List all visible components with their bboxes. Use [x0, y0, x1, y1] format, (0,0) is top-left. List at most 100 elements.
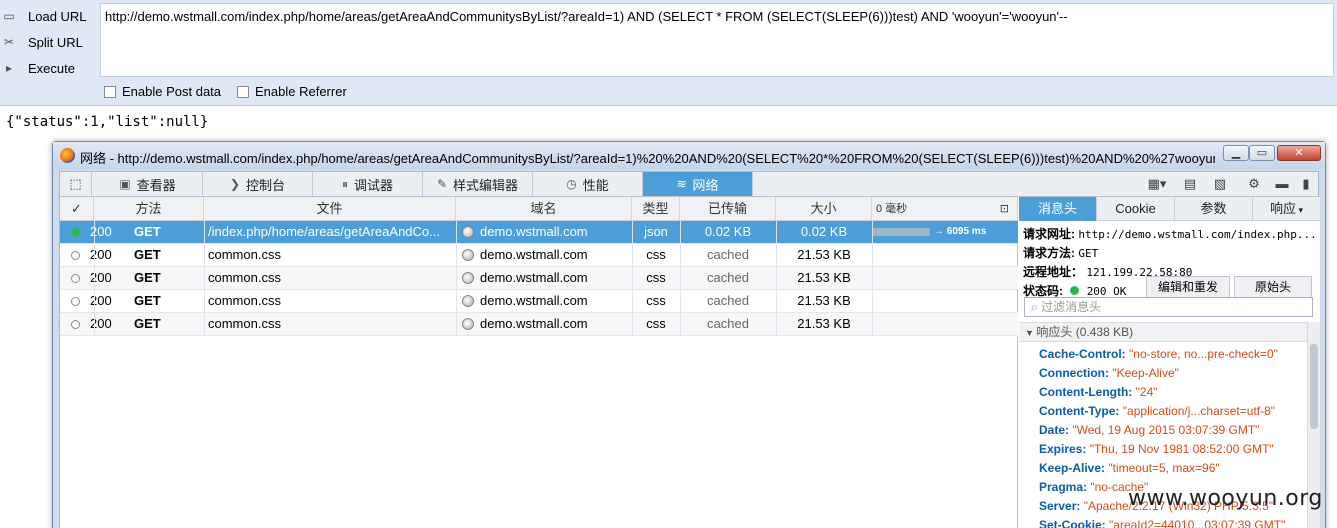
execute-button[interactable]: ▸ Execute [0, 55, 100, 81]
enable-post-checkbox[interactable]: Enable Post data [104, 84, 221, 99]
col-size[interactable]: 大小 [776, 197, 872, 221]
response-header-row[interactable]: Set-Cookie: "areaId2=44010...03:07:39 GM… [1039, 518, 1307, 528]
enable-referrer-checkbox[interactable]: Enable Referrer [237, 84, 347, 99]
frame-select-icon[interactable]: ▦▾ [1142, 172, 1172, 196]
col-file[interactable]: 文件 [204, 197, 456, 221]
tab-response[interactable]: 响应 ▾ [1253, 197, 1320, 221]
col-status[interactable]: ✓ [60, 197, 94, 221]
firefox-icon [60, 148, 75, 163]
tab-debugger-label: 调试器 [354, 177, 394, 193]
status-dot-icon [71, 274, 80, 283]
row-domain: demo.wstmall.com [462, 313, 630, 335]
row-type: css [646, 270, 666, 285]
response-header-row[interactable]: Date: "Wed, 19 Aug 2015 03:07:39 GMT" [1039, 423, 1307, 437]
tab-headers[interactable]: 消息头 [1019, 197, 1097, 221]
row-method: GET [134, 293, 161, 308]
element-picker-icon[interactable]: ⬚ [60, 172, 92, 196]
row-file: common.css [208, 270, 281, 285]
row-transferred: 0.02 KB [704, 224, 752, 239]
response-header-row[interactable]: Expires: "Thu, 19 Nov 1981 08:52:00 GMT" [1039, 442, 1307, 456]
tab-inspector[interactable]: ▣ 查看器 [93, 172, 203, 196]
enable-referrer-label: Enable Referrer [255, 84, 347, 99]
post-checkbox-box[interactable] [104, 85, 116, 98]
status-dot-icon [71, 320, 80, 329]
tab-response-label: 响应 [1269, 201, 1296, 216]
response-headers-label: 响应头 (0.438 KB) [1036, 325, 1134, 339]
tab-params[interactable]: 参数 [1175, 197, 1253, 221]
load-url-icon: ▭ [3, 9, 15, 23]
response-headers-section[interactable]: ▼ 响应头 (0.438 KB) [1019, 322, 1307, 342]
inspector-icon: ▣ [119, 177, 131, 191]
request-list: ✓ 方法 文件 域名 类型 已传输 大小 0 毫秒 ⊡ 200 GET/index… [60, 197, 1018, 528]
col-divider [872, 221, 873, 336]
load-url-button[interactable]: ▭ Load URL [0, 3, 100, 29]
url-input[interactable]: http://demo.wstmall.com/index.php/home/a… [100, 3, 1334, 77]
raw-headers-button[interactable]: 原始头 [1234, 276, 1312, 298]
header-key: Keep-Alive: [1039, 461, 1106, 475]
col-type[interactable]: 类型 [632, 197, 680, 221]
col-timeline[interactable]: 0 毫秒 ⊡ [872, 197, 1018, 221]
close-button[interactable]: ✕ [1277, 145, 1321, 161]
tab-debugger[interactable]: ⏸ 调试器 [313, 172, 423, 196]
request-method-value: GET [1078, 247, 1099, 260]
row-method: GET [134, 270, 161, 285]
header-value: "timeout=5, max=96" [1108, 461, 1220, 475]
status-dot-icon [71, 228, 80, 237]
request-url-label: 请求网址: [1023, 227, 1075, 241]
tab-cookies[interactable]: Cookie [1097, 197, 1175, 221]
row-size: 21.53 KB [797, 293, 851, 308]
row-transferred: cached [707, 316, 749, 331]
maximize-button[interactable]: ▭ [1249, 145, 1275, 161]
response-header-row[interactable]: Keep-Alive: "timeout=5, max=96" [1039, 461, 1307, 475]
response-header-row[interactable]: Content-Length: "24" [1039, 385, 1307, 399]
response-header-row[interactable]: Connection: "Keep-Alive" [1039, 366, 1307, 380]
row-domain: demo.wstmall.com [462, 290, 630, 312]
minimize-button[interactable]: ▁ [1223, 145, 1249, 161]
devtools-toolbar: ⬚ ▣ 查看器 ❯ 控制台 ⏸ 调试器 ✎ 样式编辑器 ◷ 性能 ≋ 网络 ▦▾… [60, 172, 1318, 197]
row-transferred: cached [707, 270, 749, 285]
row-domain-text: demo.wstmall.com [480, 293, 588, 308]
screenshot-icon[interactable]: ▧ [1208, 172, 1232, 196]
row-domain-text: demo.wstmall.com [480, 270, 588, 285]
scrollbar-thumb[interactable] [1310, 344, 1318, 429]
split-url-button[interactable]: ✂ Split URL [0, 29, 100, 55]
col-domain[interactable]: 域名 [456, 197, 632, 221]
request-details-panel: 消息头 Cookie 参数 响应 ▾ 请求网址: http://demo.wst… [1019, 197, 1320, 528]
row-transferred: cached [707, 247, 749, 262]
tab-performance[interactable]: ◷ 性能 [533, 172, 643, 196]
dock-side-icon[interactable]: ▮ [1294, 172, 1318, 196]
header-key: Content-Length: [1039, 385, 1133, 399]
referrer-checkbox-box[interactable] [237, 85, 249, 98]
response-header-row[interactable]: Content-Type: "application/j...charset=u… [1039, 404, 1307, 418]
debugger-icon: ⏸ [341, 176, 348, 191]
page-response-text: {"status":1,"list":null} [6, 114, 209, 130]
responsive-mode-icon[interactable]: ▤ [1178, 172, 1202, 196]
style-editor-icon: ✎ [436, 177, 448, 191]
tab-console[interactable]: ❯ 控制台 [203, 172, 313, 196]
row-type: css [646, 293, 666, 308]
response-header-row[interactable]: Cache-Control: "no-store, no...pre-check… [1039, 347, 1307, 361]
row-size: 21.53 KB [797, 247, 851, 262]
timeline-toggle-icon[interactable]: ⊡ [1000, 197, 1009, 221]
devtools-panel: ⬚ ▣ 查看器 ❯ 控制台 ⏸ 调试器 ✎ 样式编辑器 ◷ 性能 ≋ 网络 ▦▾… [59, 171, 1320, 528]
tab-style-editor[interactable]: ✎ 样式编辑器 [423, 172, 533, 196]
header-key: Set-Cookie: [1039, 518, 1106, 528]
tab-inspector-label: 查看器 [136, 177, 176, 193]
request-url-line: 请求网址: http://demo.wstmall.com/index.php.… [1023, 225, 1315, 242]
tab-network[interactable]: ≋ 网络 [643, 172, 753, 196]
col-transferred[interactable]: 已传输 [680, 197, 776, 221]
tab-console-label: 控制台 [246, 177, 286, 193]
edit-resend-button[interactable]: 编辑和重发 [1146, 276, 1230, 298]
globe-icon [462, 318, 474, 330]
header-value: "no-store, no...pre-check=0" [1129, 347, 1278, 361]
filter-headers-input[interactable]: ⌕ 过滤消息头 [1024, 297, 1313, 317]
col-method[interactable]: 方法 [94, 197, 204, 221]
row-size: 21.53 KB [797, 316, 851, 331]
tab-network-label: 网络 [692, 177, 719, 193]
globe-icon [462, 272, 474, 284]
scissors-icon: ✂ [3, 35, 15, 49]
gear-icon[interactable]: ⚙ [1242, 172, 1266, 196]
dock-bottom-icon[interactable]: ▬ [1270, 172, 1294, 196]
globe-icon [462, 295, 474, 307]
tab-style-editor-label: 样式编辑器 [453, 177, 519, 193]
